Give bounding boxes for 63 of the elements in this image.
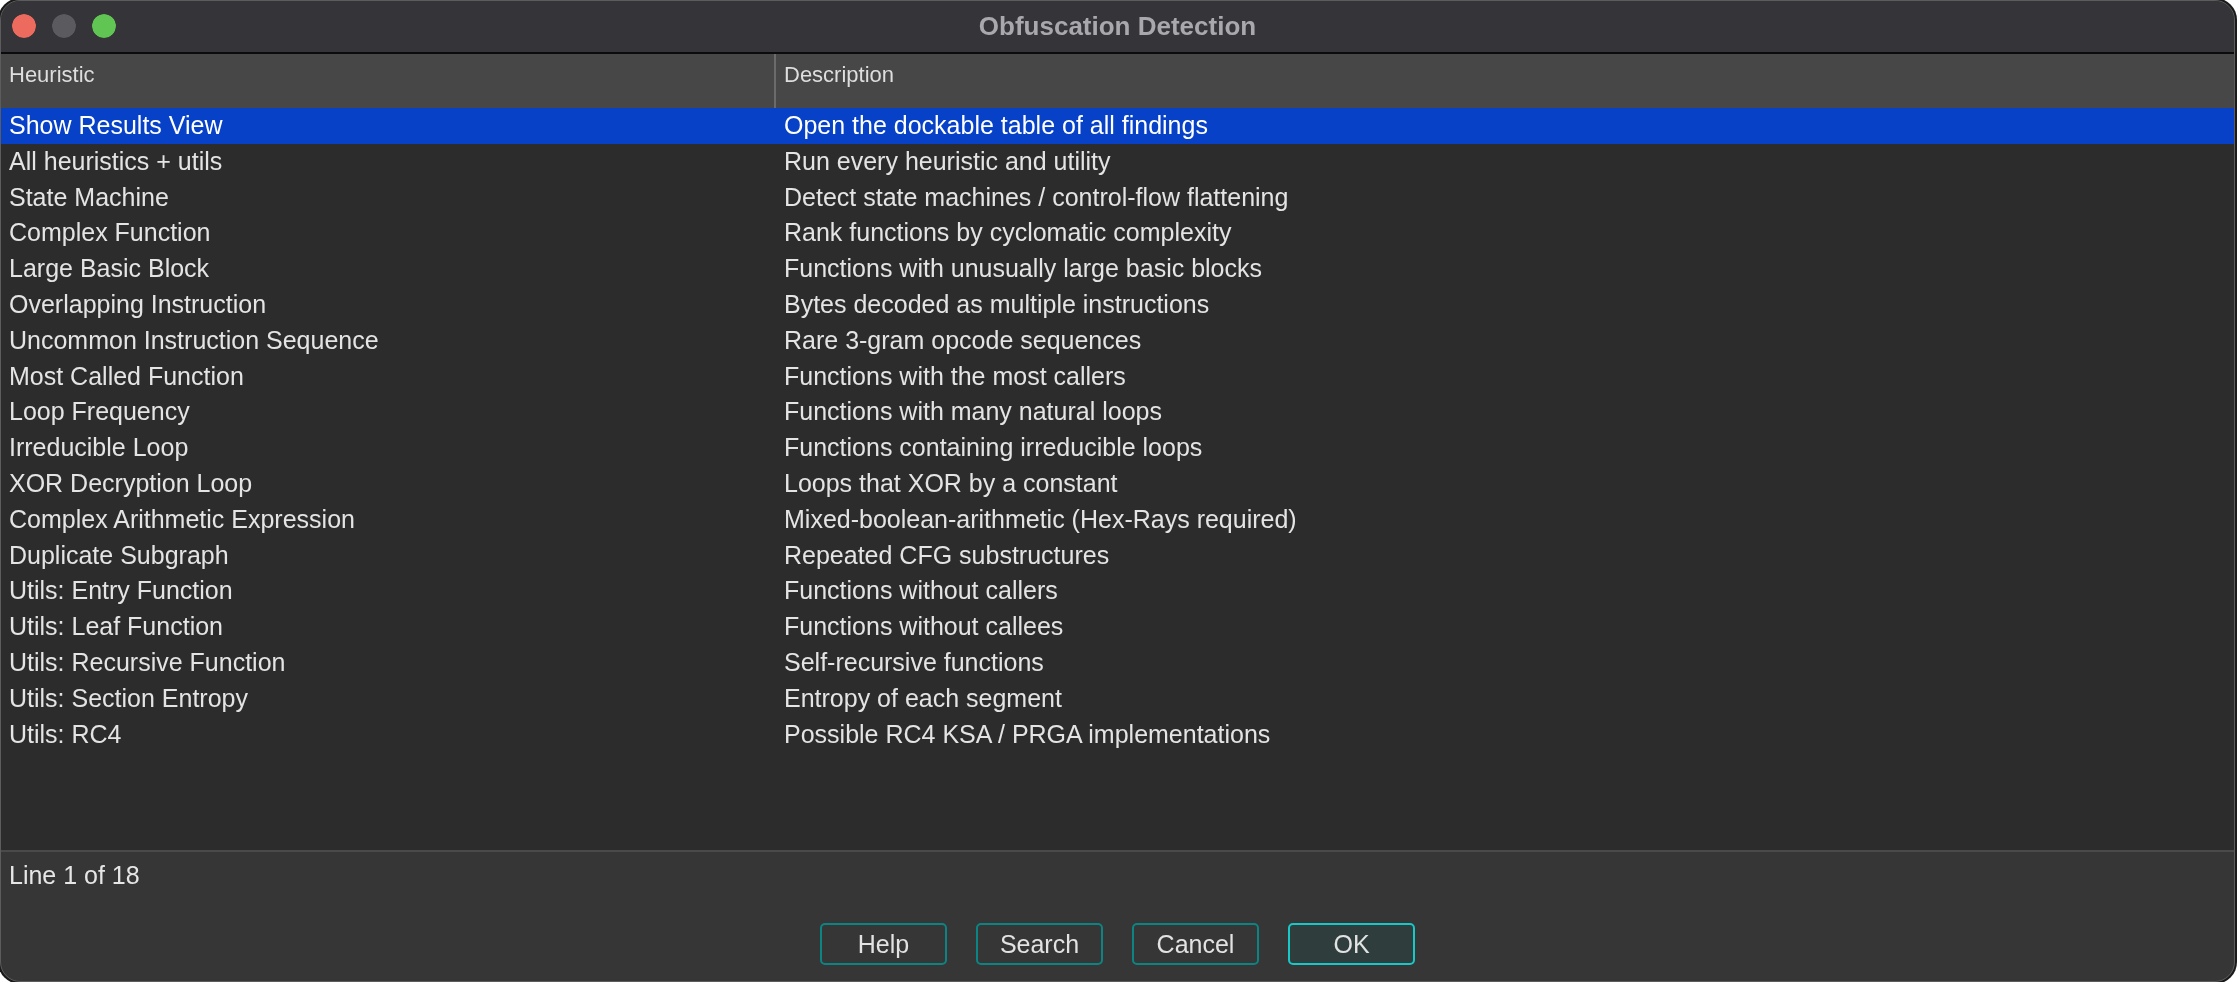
table-cell: State Machine: [9, 182, 169, 211]
dialog-button[interactable]: Search: [976, 923, 1103, 965]
table-cell: Entropy of each segment: [784, 683, 1062, 712]
table-row[interactable]: Utils: RC4 Possible RC4 KSA / PRGA implementations: [1, 716, 2234, 753]
table-row[interactable]: Utils: Recursive Function Self-recursive functions: [1, 644, 2234, 681]
table-cell: Run every heuristic and utility: [784, 146, 1111, 175]
table-cell: Duplicate Subgraph: [9, 540, 229, 569]
column-header[interactable]: Description: [776, 54, 2234, 108]
table-row[interactable]: Complex Function Rank functions by cyclomatic complexity: [1, 215, 2234, 252]
table-cell: Loops that XOR by a constant: [784, 468, 1118, 497]
table-row[interactable]: Large Basic Block Functions with unusually large basic blocks: [1, 251, 2234, 287]
table-row[interactable]: Utils: Leaf Function Functions without callees: [1, 609, 2234, 645]
table-cell: Rank functions by cyclomatic complexity: [784, 218, 1232, 247]
table-cell: Rare 3-gram opcode sequences: [784, 325, 1142, 354]
table-row[interactable]: Complex Arithmetic Expression Mixed-boolean-arithmetic (Hex-Rays required): [1, 501, 2234, 538]
table-cell: Possible RC4 KSA / PRGA implementations: [784, 719, 1271, 748]
table-row[interactable]: Loop Frequency Functions with many natural loops: [1, 394, 2234, 431]
table-cell: Utils: RC4: [9, 719, 122, 748]
table-cell: Detect state machines / control-flow flattening: [784, 182, 1289, 211]
dialog-button[interactable]: OK: [1288, 923, 1415, 965]
table-cell: Bytes decoded as multiple instructions: [784, 290, 1210, 318]
table-cell: Complex Arithmetic Expression: [9, 504, 355, 533]
table-cell: Functions with many natural loops: [784, 397, 1162, 426]
table-cell: Large Basic Block: [9, 254, 210, 283]
table-row[interactable]: Duplicate Subgraph Repeated CFG substructures: [1, 537, 2234, 574]
table-cell: Open the dockable table of all findings: [784, 111, 1208, 139]
table-cell: XOR Decryption Loop: [9, 468, 253, 497]
table-row[interactable]: Utils: Section Entropy Entropy of each segment: [1, 680, 2234, 717]
table-cell: Utils: Section Entropy: [9, 683, 248, 712]
table-cell: All heuristics + utils: [9, 146, 223, 175]
table-cell: Functions containing irreducible loops: [784, 433, 1203, 462]
table-cell: Loop Frequency: [9, 397, 190, 426]
table-row[interactable]: State Machine Detect state machines / control-flow flattening: [1, 179, 2234, 216]
status-text: Line 1 of 18: [8, 860, 140, 890]
table-cell: Most Called Function: [9, 361, 244, 390]
table-row[interactable]: Uncommon Instruction Sequence Rare 3-gram opcode sequences: [1, 322, 2234, 359]
table-row[interactable]: Utils: Entry Function Functions without callers: [1, 573, 2234, 610]
table-cell: Repeated CFG substructures: [784, 540, 1110, 569]
table-cell: Utils: Leaf Function: [9, 612, 223, 641]
table-cell: Self-recursive functions: [784, 647, 1044, 676]
table-row[interactable]: Overlapping Instruction Bytes decoded as multiple instructions: [1, 287, 2234, 323]
table-cell: Functions with unusually large basic blocks: [784, 254, 1262, 283]
dialog-button[interactable]: Help: [820, 923, 947, 965]
table-cell: Mixed-boolean-arithmetic (Hex-Rays required): [784, 504, 1297, 533]
table-cell: Show Results View: [9, 111, 223, 139]
close-icon[interactable]: [12, 14, 36, 38]
table-cell: Functions without callees: [784, 612, 1064, 641]
table-cell: Complex Function: [9, 218, 211, 247]
dialog-button[interactable]: Cancel: [1132, 923, 1259, 965]
table-cell: Utils: Recursive Function: [9, 647, 286, 676]
zoom-icon[interactable]: [92, 14, 116, 38]
window-title: Obfuscation Detection: [978, 10, 1257, 43]
table-row[interactable]: Irreducible Loop Functions containing irreducible loops: [1, 430, 2234, 466]
table-row[interactable]: Most Called Function Functions with the most callers: [1, 358, 2234, 395]
table-row[interactable]: XOR Decryption Loop Loops that XOR by a constant: [1, 465, 2234, 502]
table-cell: Irreducible Loop: [9, 433, 189, 462]
table-cell: Utils: Entry Function: [9, 576, 233, 605]
table-row[interactable]: All heuristics + utils Run every heuristic and utility: [1, 143, 2234, 180]
table-row[interactable]: Show Results View Open the dockable table of all findings: [1, 108, 2234, 144]
table-cell: Uncommon Instruction Sequence: [9, 325, 379, 354]
table-cell: Overlapping Instruction: [9, 290, 267, 318]
table-cell: Functions without callers: [784, 576, 1058, 605]
table-cell: Functions with the most callers: [784, 361, 1126, 390]
